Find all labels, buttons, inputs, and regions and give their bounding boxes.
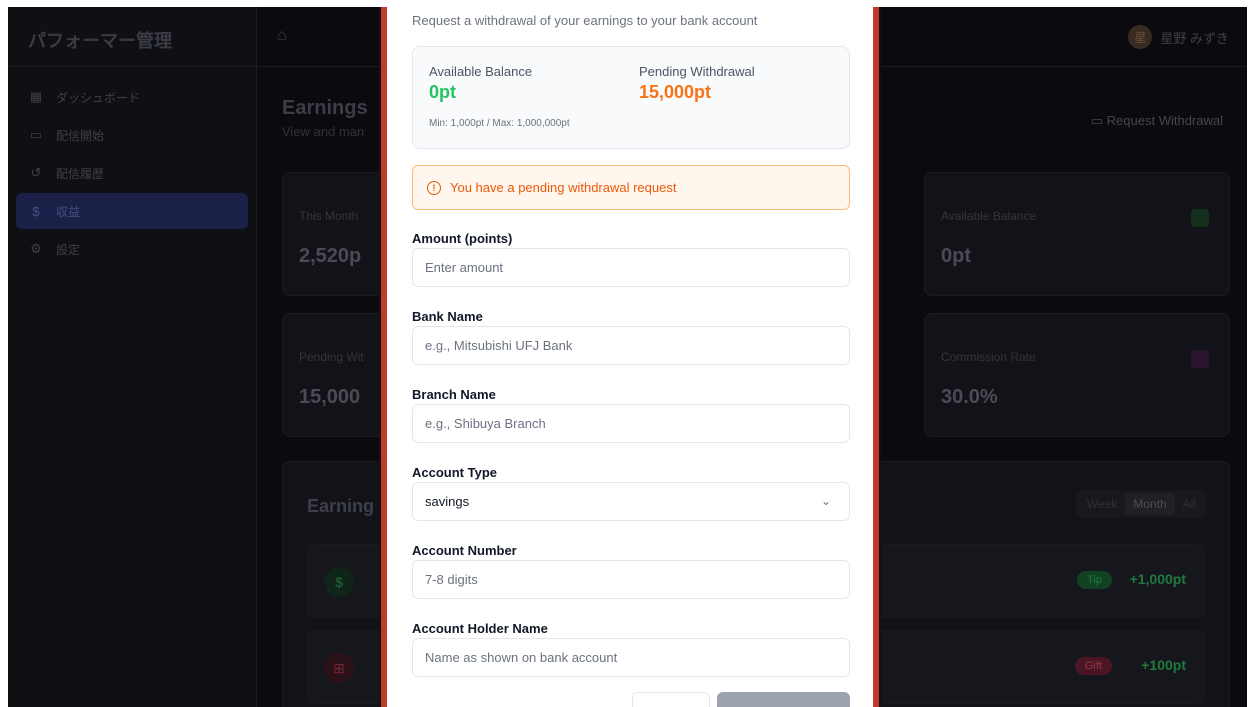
account-number-input[interactable] — [412, 560, 850, 599]
branch-name-label: Branch Name — [412, 387, 496, 402]
page-header: Earnings View and man — [282, 97, 368, 139]
stat-value: 2,520p — [299, 245, 362, 267]
user-menu[interactable]: 星 星野 みずき — [1128, 25, 1229, 49]
stat-value: 30.0% — [941, 386, 998, 408]
request-withdrawal-button[interactable]: ▭ Request Withdrawal — [1091, 113, 1223, 129]
stat-label: Pending Wit — [299, 350, 364, 364]
sidebar-nav: ▦ ダッシュボード ▭ 配信開始 ↺ 配信履歴 $ 収益 ⚙ 設定 — [8, 67, 256, 281]
request-withdrawal-label: Request Withdrawal — [1106, 113, 1223, 128]
sidebar-item-label: 配信履歴 — [56, 166, 105, 181]
wallet-icon: ▭ — [1090, 113, 1107, 128]
dashboard-icon: ▦ — [29, 89, 43, 104]
sidebar-item-dashboard[interactable]: ▦ ダッシュボード — [16, 79, 248, 115]
sidebar-item-start-stream[interactable]: ▭ 配信開始 — [16, 117, 248, 153]
stat-card-commission: Commission Rate 30.0% — [924, 313, 1230, 437]
submit-button[interactable] — [717, 692, 850, 707]
modal-description: Request a withdrawal of your earnings to… — [412, 13, 758, 28]
account-holder-label: Account Holder Name — [412, 621, 548, 636]
filter-week[interactable]: Week — [1079, 493, 1125, 515]
amount-label: Amount (points) — [412, 231, 513, 246]
account-type-value: savings — [425, 494, 470, 509]
chevron-down-icon: ⌄ — [820, 494, 831, 508]
account-type-label: Account Type — [412, 465, 497, 480]
balance-summary: Available Balance 0pt Pending Withdrawal… — [412, 46, 850, 149]
earning-amount: +100pt — [1141, 657, 1186, 673]
sidebar-item-label: ダッシュボード — [56, 90, 141, 105]
bank-name-input[interactable] — [412, 326, 850, 365]
stat-label: This Month — [299, 209, 359, 223]
pending-label: Pending Withdrawal — [639, 64, 755, 79]
video-icon: ▭ — [29, 127, 43, 142]
account-holder-input[interactable] — [412, 638, 850, 677]
sidebar: パフォーマー管理 ▦ ダッシュボード ▭ 配信開始 ↺ 配信履歴 $ 収益 ⚙ … — [8, 7, 257, 707]
sidebar-item-label: 設定 — [56, 242, 81, 257]
stat-value: 15,000 — [299, 386, 361, 408]
wallet-icon — [1191, 209, 1209, 227]
gear-icon: ⚙ — [30, 241, 42, 256]
sidebar-item-label: 収益 — [56, 204, 81, 219]
page-subtitle: View and man — [282, 124, 365, 139]
sidebar-item-history[interactable]: ↺ 配信履歴 — [16, 155, 248, 191]
home-icon[interactable]: ⌂ — [277, 27, 287, 45]
pending-warning: ! You have a pending withdrawal request — [412, 165, 850, 210]
amount-input[interactable] — [412, 248, 850, 287]
period-filter: Week Month All — [1075, 490, 1207, 518]
user-name: 星野 みずき — [1160, 30, 1229, 46]
account-type-select[interactable]: savings ⌄ — [412, 482, 850, 521]
pending-withdrawal: Pending Withdrawal 15,000pt — [639, 64, 755, 103]
available-value: 0pt — [429, 82, 456, 102]
alert-icon: ! — [427, 180, 441, 195]
branch-name-input[interactable] — [412, 404, 850, 443]
history-icon: ↺ — [30, 165, 42, 180]
withdrawal-limits: Min: 1,000pt / Max: 1,000,000pt — [429, 118, 570, 129]
calendar-icon — [1191, 350, 1209, 368]
sidebar-item-settings[interactable]: ⚙ 設定 — [16, 231, 248, 267]
earning-amount: +1,000pt — [1129, 571, 1186, 587]
stat-label: Commission Rate — [941, 350, 1036, 364]
withdrawal-modal: Request a withdrawal of your earnings to… — [387, 7, 873, 707]
avatar: 星 — [1128, 25, 1153, 49]
bank-name-label: Bank Name — [412, 309, 483, 324]
sidebar-item-earnings[interactable]: $ 収益 — [16, 193, 248, 229]
cancel-button[interactable] — [632, 692, 710, 707]
gift-badge: Gift — [1074, 657, 1112, 675]
dollar-icon: $ — [32, 203, 40, 219]
available-balance: Available Balance 0pt — [429, 64, 532, 103]
stat-label: Available Balance — [941, 209, 1037, 223]
dollar-icon: $ — [324, 567, 354, 597]
pending-value: 15,000pt — [639, 82, 712, 102]
warning-text: You have a pending withdrawal request — [450, 180, 677, 195]
brand-title: パフォーマー管理 — [8, 7, 256, 67]
stat-card-available: Available Balance 0pt — [924, 172, 1230, 296]
available-label: Available Balance — [429, 64, 533, 79]
stat-value: 0pt — [941, 245, 971, 267]
gift-icon: ⊞ — [324, 653, 354, 683]
account-number-label: Account Number — [412, 543, 517, 558]
sidebar-item-label: 配信開始 — [56, 128, 105, 143]
tip-badge: Tip — [1077, 571, 1112, 589]
history-title: Earning — [307, 496, 375, 516]
filter-all[interactable]: All — [1175, 493, 1204, 515]
page-title: Earnings — [282, 97, 368, 119]
filter-month[interactable]: Month — [1125, 493, 1175, 515]
